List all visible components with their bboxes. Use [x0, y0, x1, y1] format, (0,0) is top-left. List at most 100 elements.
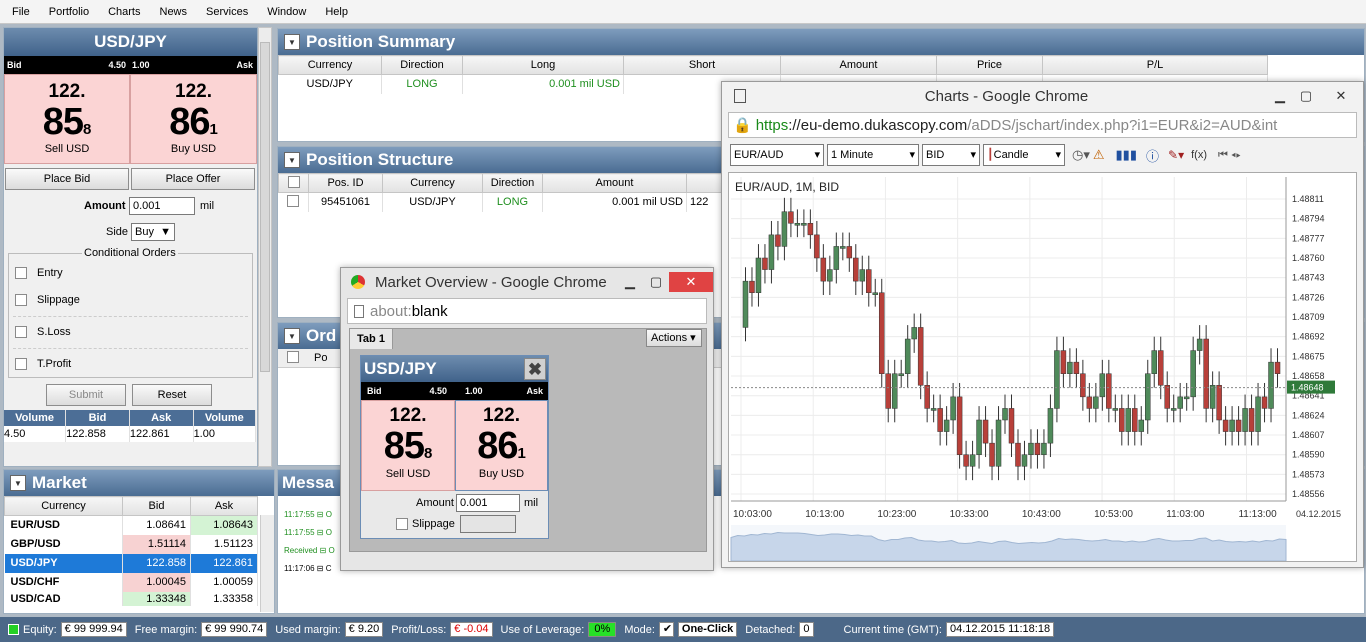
sell-quote-button[interactable]: 122. 858 Sell USD: [4, 74, 130, 164]
market-bid[interactable]: 1.00045: [122, 572, 191, 592]
submit-button[interactable]: Submit: [46, 384, 126, 406]
close-icon[interactable]: ✕: [669, 272, 713, 292]
table-row[interactable]: USD/CAD 1.33348 1.33358: [4, 591, 258, 606]
mode-checkbox[interactable]: ✔: [658, 622, 674, 637]
candle: [807, 223, 814, 236]
select-all-checkbox[interactable]: [287, 350, 299, 363]
y-tick-label: 1.48692: [1292, 332, 1325, 342]
col-header: Long: [462, 55, 624, 75]
market-ask[interactable]: 1.00059: [190, 572, 258, 592]
amount-input[interactable]: 0.001: [129, 197, 195, 215]
alert-icon[interactable]: ⚠: [1093, 147, 1105, 163]
indicators-icon[interactable]: ▮▮▮: [1116, 147, 1137, 163]
period-select[interactable]: 1 Minute ▾: [827, 144, 919, 166]
mode-value[interactable]: One-Click: [677, 622, 738, 637]
select-all-checkbox[interactable]: [287, 175, 300, 188]
buy-quote-button[interactable]: 122. 861 Buy USD: [130, 74, 257, 164]
tab-1[interactable]: Tab 1: [350, 329, 393, 349]
close-icon[interactable]: ✖: [524, 358, 546, 380]
candle: [1177, 396, 1183, 409]
close-icon[interactable]: ✕: [1319, 86, 1363, 106]
drawing-icon[interactable]: ✎▾: [1168, 148, 1184, 162]
menu-help[interactable]: Help: [317, 6, 356, 18]
chart-type-select[interactable]: ┃Candle ▾: [983, 144, 1065, 166]
market-ask[interactable]: 122.861: [190, 553, 258, 573]
reset-button[interactable]: Reset: [132, 384, 212, 406]
slippage-checkbox[interactable]: [15, 294, 27, 306]
table-row[interactable]: GBP/USD 1.51114 1.51123: [4, 534, 258, 554]
charts-address-bar[interactable]: 🔒 https://eu-demo.dukascopy.com/aDDS/jsc…: [728, 112, 1357, 138]
menu-window[interactable]: Window: [259, 6, 314, 18]
place-bid-button[interactable]: Place Bid: [5, 168, 129, 190]
collapse-arrow-icon[interactable]: ▼: [284, 152, 300, 168]
period-value: 1 Minute: [831, 149, 874, 161]
maximize-icon[interactable]: ▢: [643, 272, 669, 292]
menu-bar: File Portfolio Charts News Services Wind…: [0, 0, 1366, 24]
entry-option[interactable]: Entry: [15, 267, 252, 279]
buy-quote-button[interactable]: 122. 861 Buy USD: [455, 400, 548, 491]
cell: 95451061: [308, 192, 383, 212]
place-offer-button[interactable]: Place Offer: [131, 168, 255, 190]
market-ask[interactable]: 1.08643: [190, 515, 258, 535]
entry-checkbox[interactable]: [15, 267, 27, 279]
table-row[interactable]: EUR/USD 1.08641 1.08643: [4, 515, 258, 535]
depth-header: Ask: [129, 410, 194, 426]
market-bid[interactable]: 1.33348: [122, 591, 191, 606]
collapse-arrow-icon[interactable]: ▼: [284, 34, 300, 50]
depth-header: Volume: [193, 410, 257, 426]
candle: [917, 327, 924, 386]
formula-button[interactable]: f(x): [1191, 149, 1207, 161]
market-bid[interactable]: 1.51114: [122, 534, 191, 554]
scrollbar-thumb[interactable]: [260, 42, 270, 372]
sell-quote-button[interactable]: 122. 858 Sell USD: [361, 400, 455, 491]
menu-news[interactable]: News: [152, 6, 196, 18]
candle: [1060, 350, 1067, 374]
instrument-select[interactable]: EUR/AUD ▾: [730, 144, 824, 166]
amount-input[interactable]: 0.001: [456, 494, 520, 512]
row-checkbox[interactable]: [287, 194, 300, 207]
stop-loss-option[interactable]: S.Loss: [15, 326, 252, 338]
market-bid[interactable]: 122.858: [122, 553, 191, 573]
stop-loss-checkbox[interactable]: [15, 326, 27, 338]
actions-button[interactable]: Actions ▾: [646, 329, 702, 347]
navigate-icon[interactable]: ⏮ ◂▸: [1218, 149, 1241, 162]
market-ask[interactable]: 1.51123: [190, 534, 258, 554]
conditional-orders-title: Conditional Orders: [84, 247, 176, 259]
minimize-icon[interactable]: ▁: [1267, 86, 1293, 106]
bid-spread: 4.50: [429, 386, 447, 396]
table-row[interactable]: USD/CHF 1.00045 1.00059: [4, 572, 258, 592]
market-overview-address-bar[interactable]: about: blank: [347, 298, 707, 324]
market-scrollbar[interactable]: [260, 515, 274, 612]
side-select[interactable]: Buy ▼: [131, 223, 175, 241]
take-profit-option[interactable]: T.Profit: [15, 358, 252, 370]
menu-portfolio[interactable]: Portfolio: [41, 6, 97, 18]
message-text: O: [325, 528, 332, 537]
take-profit-checkbox[interactable]: [15, 358, 27, 370]
maximize-icon[interactable]: ▢: [1293, 86, 1319, 106]
collapse-arrow-icon[interactable]: ▼: [10, 475, 26, 491]
clock-icon[interactable]: ◷▾: [1072, 147, 1090, 163]
market-currency: EUR/USD: [4, 515, 123, 535]
market-ask[interactable]: 1.33358: [190, 591, 258, 606]
menu-services[interactable]: Services: [198, 6, 256, 18]
slippage-input[interactable]: [460, 515, 516, 533]
menu-charts[interactable]: Charts: [100, 6, 148, 18]
url-host: ://eu-demo.dukascopy.com: [788, 116, 968, 134]
table-row-selected[interactable]: USD/JPY 122.858 122.861: [4, 553, 258, 573]
leverage-label: Use of Leverage:: [500, 623, 585, 636]
slippage-checkbox[interactable]: [396, 518, 408, 530]
info-icon[interactable]: ⓘ: [1146, 146, 1159, 165]
table-row[interactable]: 95451061 USD/JPY LONG 0.001 mil USD 122: [278, 192, 778, 212]
collapse-arrow-icon[interactable]: ▼: [284, 328, 300, 344]
candle: [878, 292, 885, 374]
depth-cell: 4.50: [4, 426, 67, 442]
market-overview-titlebar: Market Overview - Google Chrome ▁ ▢ ✕: [341, 268, 713, 296]
side-select[interactable]: BID ▾: [922, 144, 980, 166]
market-bid[interactable]: 1.08641: [122, 515, 191, 535]
slippage-option[interactable]: Slippage: [15, 294, 252, 306]
price-chart[interactable]: 1.48811 1.48794 1.48777 1.48760 1.48743 1.487…: [728, 172, 1357, 562]
minimize-icon[interactable]: ▁: [617, 272, 643, 292]
deal-scrollbar[interactable]: [258, 27, 272, 467]
charts-titlebar: Charts - Google Chrome ▁ ▢ ✕: [722, 82, 1363, 110]
menu-file[interactable]: File: [4, 6, 38, 18]
